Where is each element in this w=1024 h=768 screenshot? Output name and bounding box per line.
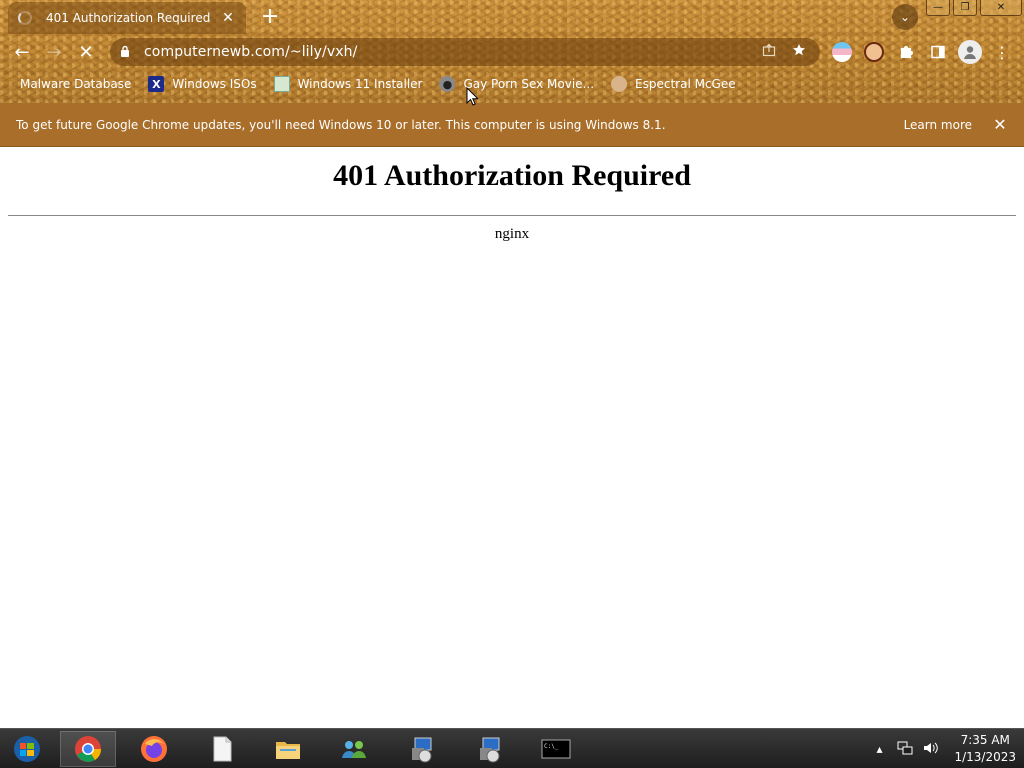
- chrome-icon: [75, 736, 102, 762]
- bookmark-label: Windows ISOs: [172, 77, 257, 91]
- new-tab-button[interactable]: +: [258, 6, 282, 30]
- folder-icon: [276, 742, 300, 759]
- taskbar-installer-2[interactable]: [462, 731, 518, 767]
- volume-icon[interactable]: [922, 741, 940, 758]
- page-content: 401 Authorization Required nginx: [0, 147, 1024, 728]
- system-tray: ▴ 7:35 AM 1/13/2023: [870, 729, 1016, 768]
- taskbar-cmd[interactable]: C:\_: [528, 731, 584, 767]
- forward-button[interactable]: →: [42, 40, 66, 64]
- bookmark-item[interactable]: Espectral McGee: [611, 76, 736, 92]
- start-orb-icon: [14, 736, 40, 762]
- infobar-message: To get future Google Chrome updates, you…: [16, 117, 666, 132]
- image-icon: [273, 76, 290, 92]
- tab-title: 401 Authorization Required: [46, 11, 211, 25]
- stop-loading-button[interactable]: ✕: [74, 40, 98, 64]
- tab-close-icon[interactable]: ✕: [220, 10, 236, 26]
- tab-active[interactable]: 401 Authorization Required ✕: [8, 2, 246, 34]
- update-infobar: To get future Google Chrome updates, you…: [0, 103, 1024, 147]
- clock-date: 1/13/2023: [954, 750, 1016, 764]
- lock-icon[interactable]: [120, 45, 132, 60]
- chrome-menu-icon[interactable]: ⋮: [992, 42, 1012, 62]
- show-hidden-icons-icon[interactable]: ▴: [870, 742, 888, 756]
- page-heading: 401 Authorization Required: [333, 159, 691, 192]
- bookmark-label: Windows 11 Installer: [297, 77, 423, 91]
- installer-icon: [412, 737, 432, 763]
- installer-icon: [480, 737, 500, 763]
- divider: [8, 215, 1016, 216]
- extension-flag-icon[interactable]: [832, 42, 852, 62]
- x-icon: X: [148, 76, 165, 92]
- taskbar-notepad[interactable]: [194, 731, 250, 767]
- profile-avatar-icon[interactable]: [958, 40, 982, 64]
- svg-text:C:\_: C:\_: [544, 743, 559, 750]
- maximize-button[interactable]: ❐: [953, 0, 977, 16]
- bookmarks-bar: Malware Database X Windows ISOs Windows …: [20, 74, 753, 94]
- tab-search-button[interactable]: ⌄: [892, 4, 918, 30]
- bookmark-item[interactable]: Malware Database: [20, 77, 131, 91]
- firefox-icon: [141, 736, 167, 762]
- start-button[interactable]: [0, 731, 54, 767]
- learn-more-link[interactable]: Learn more: [904, 118, 972, 132]
- bookmark-label: Espectral McGee: [635, 77, 736, 91]
- document-icon: [213, 736, 232, 762]
- extension-avatar-icon[interactable]: [864, 42, 884, 62]
- command-prompt-icon: C:\_: [541, 739, 571, 759]
- bookmark-item[interactable]: ● Gay Porn Sex Movie...: [439, 76, 594, 92]
- network-icon[interactable]: [896, 741, 914, 758]
- disk-icon: ●: [439, 76, 456, 92]
- bookmark-label: Malware Database: [20, 77, 132, 91]
- browser-frame: 401 Authorization Required ✕ + ⌄ — ❐ ✕ ←…: [0, 0, 1024, 103]
- taskbar-explorer[interactable]: [260, 731, 316, 767]
- taskbar: C:\_ ▴ 7:35 AM 1/13/2023: [0, 728, 1024, 768]
- clock-time: 7:35 AM: [960, 733, 1010, 747]
- infobar-close-icon[interactable]: ✕: [992, 115, 1008, 134]
- users-network-icon: [342, 741, 366, 758]
- mouse-cursor-icon: [466, 86, 480, 110]
- taskbar-installer-1[interactable]: [394, 731, 450, 767]
- taskbar-firefox[interactable]: [126, 731, 182, 767]
- bookmark-label: Gay Porn Sex Movie...: [463, 77, 595, 91]
- extensions-puzzle-icon[interactable]: [896, 42, 916, 62]
- server-signature: nginx: [494, 226, 530, 242]
- window-controls: — ❐ ✕: [923, 0, 1022, 16]
- url-text[interactable]: computernewb.com/~lily/vxh/: [144, 44, 750, 60]
- bookmark-item[interactable]: Windows 11 Installer: [273, 76, 423, 92]
- window-close-button[interactable]: ✕: [980, 0, 1022, 16]
- back-button[interactable]: ←: [10, 40, 34, 64]
- minimize-button[interactable]: —: [926, 0, 950, 16]
- taskbar-chrome[interactable]: [60, 731, 116, 767]
- bookmark-star-icon[interactable]: [788, 43, 810, 61]
- loading-spinner-icon: [18, 11, 32, 25]
- bookmark-item[interactable]: X Windows ISOs: [148, 76, 257, 92]
- face-icon: [611, 76, 628, 92]
- side-panel-icon[interactable]: [928, 42, 948, 62]
- share-icon[interactable]: [758, 43, 780, 61]
- taskbar-network-app[interactable]: [326, 731, 382, 767]
- clock[interactable]: 7:35 AM 1/13/2023: [954, 732, 1016, 766]
- address-bar[interactable]: computernewb.com/~lily/vxh/: [110, 38, 820, 66]
